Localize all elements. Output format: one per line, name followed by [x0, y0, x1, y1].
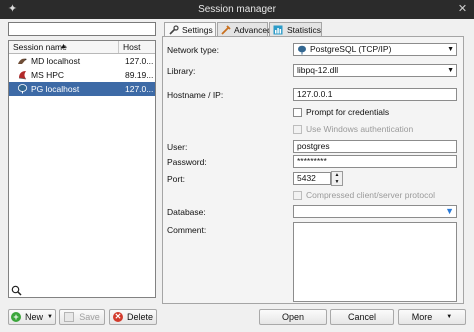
- checkbox-box: [293, 107, 302, 117]
- column-header-host[interactable]: Host: [119, 41, 155, 53]
- library-label: Library:: [167, 66, 196, 76]
- database-label: Database:: [167, 207, 206, 217]
- window-title: Session manager: [198, 4, 276, 15]
- tab-advanced[interactable]: Advanced: [217, 22, 272, 36]
- chevron-down-icon: ▼: [445, 206, 454, 216]
- session-name: MD localhost: [31, 56, 81, 66]
- delete-button[interactable]: ✕ Delete: [109, 309, 157, 325]
- chevron-down-icon: ▼: [446, 314, 453, 320]
- chevron-down-icon: ▼: [47, 314, 53, 320]
- add-icon: +: [11, 312, 22, 322]
- mssql-icon: [17, 70, 28, 80]
- cancel-button[interactable]: Cancel: [330, 309, 394, 325]
- mariadb-icon: [17, 56, 28, 66]
- close-icon[interactable]: ✕: [456, 3, 469, 16]
- network-type-label: Network type:: [167, 45, 219, 55]
- title-bar: ✦ Session manager ✕: [0, 0, 474, 19]
- session-host: 89.19...: [125, 70, 154, 80]
- hostname-input[interactable]: 127.0.0.1: [293, 88, 457, 101]
- chevron-down-icon: ▼: [447, 46, 454, 53]
- checkbox-box: [293, 124, 302, 134]
- session-list[interactable]: Session name ▲ Host MD localhost 127.0..…: [8, 40, 156, 298]
- app-menu-icon[interactable]: ✦: [6, 3, 19, 16]
- hostname-label: Hostname / IP:: [167, 90, 224, 100]
- delete-icon: ✕: [112, 312, 123, 322]
- tab-settings[interactable]: Settings: [164, 22, 216, 37]
- password-input[interactable]: *********: [293, 155, 457, 168]
- search-icon: [11, 285, 22, 296]
- wrench-icon: [168, 25, 179, 36]
- sort-ascending-icon: ▲: [60, 43, 67, 50]
- session-host: 127.0...: [125, 84, 154, 94]
- user-input[interactable]: postgres: [293, 140, 457, 153]
- library-select[interactable]: libpq-12.dll ▼: [293, 64, 457, 77]
- chevron-down-icon[interactable]: ▼: [332, 179, 342, 186]
- chart-icon: [273, 24, 284, 35]
- session-row-pg-localhost[interactable]: PG localhost 127.0...: [9, 82, 155, 96]
- user-label: User:: [167, 142, 188, 152]
- column-header-session-name[interactable]: Session name ▲: [9, 41, 119, 53]
- comment-textarea[interactable]: [293, 222, 457, 302]
- save-icon: [64, 312, 75, 322]
- port-input[interactable]: 5432: [293, 172, 331, 185]
- port-label: Port:: [167, 174, 185, 184]
- more-button[interactable]: More ▼: [398, 309, 466, 325]
- open-button[interactable]: Open: [259, 309, 327, 325]
- session-name: PG localhost: [31, 84, 80, 94]
- tools-icon: [221, 24, 231, 35]
- checkbox-box: [293, 190, 302, 200]
- chevron-down-icon: ▼: [447, 67, 454, 74]
- save-button[interactable]: Save: [59, 309, 105, 325]
- prompt-credentials-checkbox[interactable]: Prompt for credentials: [293, 107, 389, 117]
- postgresql-icon: [17, 84, 28, 94]
- new-button[interactable]: + New ▼: [8, 309, 56, 325]
- tab-statistics[interactable]: Statistics: [269, 22, 322, 36]
- compressed-protocol-checkbox[interactable]: Compressed client/server protocol: [293, 190, 435, 200]
- session-host: 127.0...: [125, 56, 154, 66]
- session-list-header: Session name ▲ Host: [9, 41, 155, 54]
- session-filter-input[interactable]: [8, 22, 156, 36]
- session-row-md-localhost[interactable]: MD localhost 127.0...: [9, 54, 155, 68]
- comment-label: Comment:: [167, 225, 207, 235]
- session-name: MS HPC: [31, 70, 65, 80]
- windows-auth-checkbox[interactable]: Use Windows authentication: [293, 124, 413, 134]
- database-select[interactable]: ▼: [293, 205, 457, 218]
- session-row-ms-hpc[interactable]: MS HPC 89.19...: [9, 68, 155, 82]
- network-type-select[interactable]: PostgreSQL (TCP/IP) ▼: [293, 43, 457, 56]
- postgresql-icon: [297, 45, 307, 55]
- port-stepper[interactable]: ▲ ▼: [331, 171, 343, 186]
- password-label: Password:: [167, 157, 207, 167]
